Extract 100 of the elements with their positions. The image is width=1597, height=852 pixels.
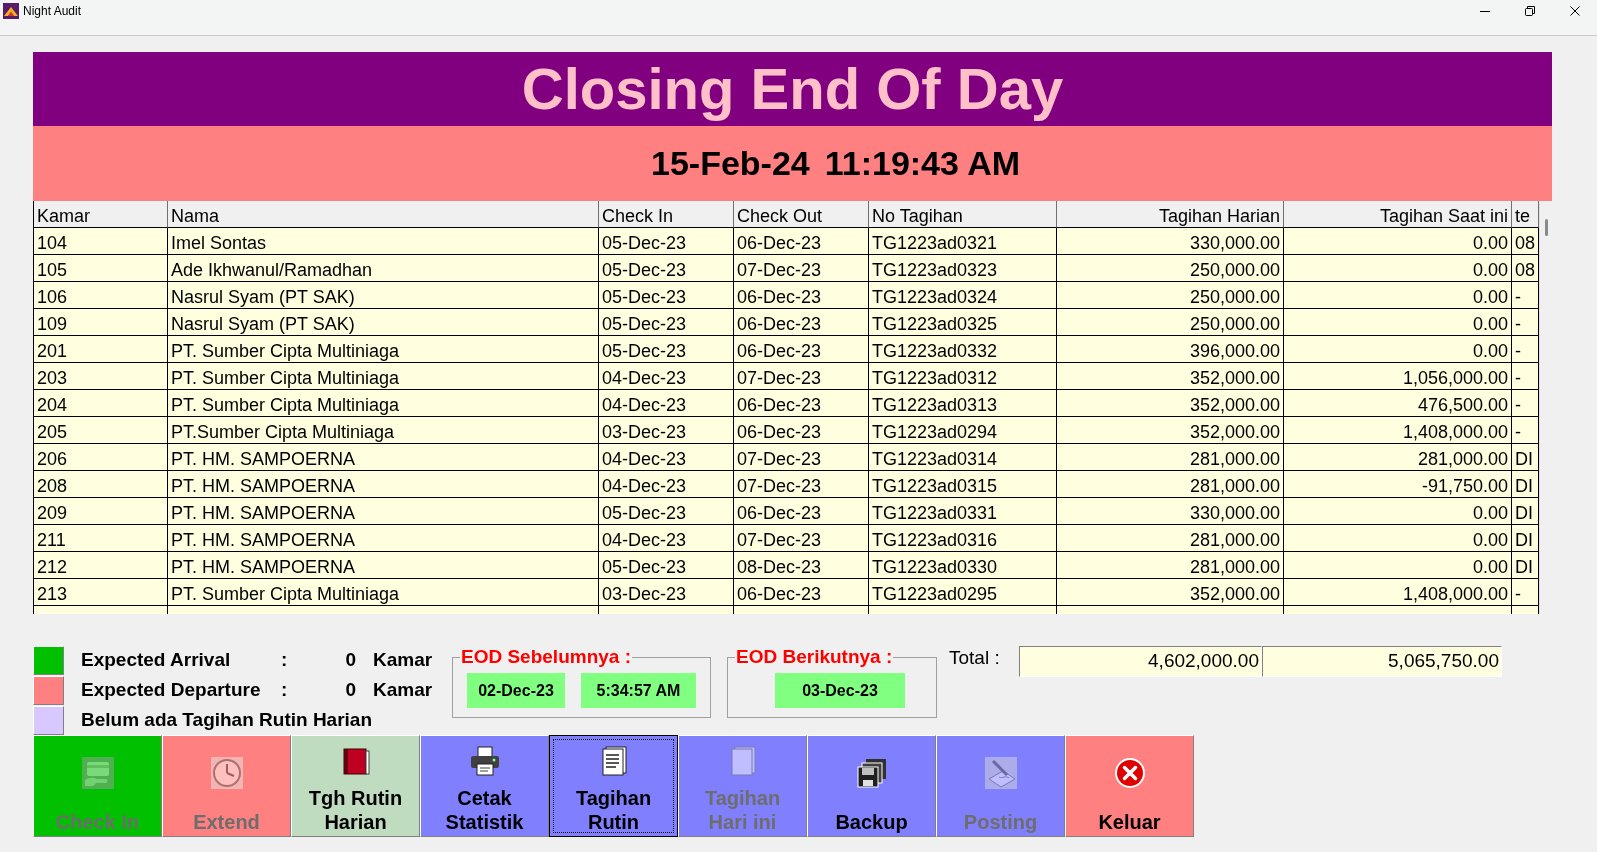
table-cell: PT. Sumber Cipta Multiniaga [168, 579, 599, 606]
table-cell: 0.00 [1284, 525, 1512, 552]
table-cell: 209 [34, 498, 168, 525]
table-cell: PT. Sumber Cipta Multiniaga [168, 363, 599, 390]
close-icon [1569, 6, 1580, 16]
current-time: 11:19:43 AM [824, 143, 1020, 184]
table-cell: 05-Dec-23 [599, 228, 734, 255]
table-cell: PT. HM. SAMPOERNA [168, 498, 599, 525]
table-cell: 352,000.00 [1057, 363, 1284, 390]
table-cell: 05-Dec-23 [599, 309, 734, 336]
table-cell: 03-Dec-23 [599, 579, 734, 606]
total-label: Total : [949, 646, 1001, 670]
table-cell: TG1223ad0295 [869, 579, 1057, 606]
table-cell: 06-Dec-23 [734, 417, 869, 444]
total-field: 5,065,750.00 [1262, 646, 1502, 677]
table-cell: 06-Dec-23 [734, 336, 869, 363]
table-cell: 05-Dec-23 [599, 255, 734, 282]
table-cell: 281,000.00 [1057, 444, 1284, 471]
table-cell: -91,750.00 [1284, 471, 1512, 498]
table-cell: TG1223ad0314 [869, 444, 1057, 471]
table-cell: 0.00 [1284, 282, 1512, 309]
legend-count: 0 [344, 678, 356, 703]
table-cell: PT. Sumber Cipta Multiniaga [168, 390, 599, 417]
table-cell: 1,408,000.00 [1284, 579, 1512, 606]
table-cell: 352,000.00 [1057, 417, 1284, 444]
table-cell: 08-Dec-23 [734, 552, 869, 579]
table-cell: 104 [34, 228, 168, 255]
table-cell: TG1223ad0294 [869, 417, 1057, 444]
table-cell: 05-Dec-23 [599, 282, 734, 309]
column-header: Kamar [34, 201, 168, 228]
table-cell: 04-Dec-23 [599, 525, 734, 552]
table-cell: PT. HM. SAMPOERNA [168, 552, 599, 579]
table-cell: 330,000.00 [1057, 498, 1284, 525]
table-cell: TG1223ad0330 [869, 552, 1057, 579]
table-cell: 105 [34, 255, 168, 282]
table-cell: 109 [34, 309, 168, 336]
time-display: 5:34:57 AM [581, 673, 696, 708]
table-cell: 06-Dec-23 [734, 228, 869, 255]
action-button[interactable]: Cetak Statistik [420, 735, 549, 837]
table-cell: 0.00 [1284, 309, 1512, 336]
action-button[interactable]: Keluar [1065, 735, 1194, 837]
table-cell: 06-Dec-23 [734, 498, 869, 525]
table-cell: 04-Dec-23 [599, 363, 734, 390]
table-cell: 281,000.00 [1057, 552, 1284, 579]
table-cell: TG1223ad0316 [869, 525, 1057, 552]
table-cell: TG1223ad0315 [869, 471, 1057, 498]
table-cell: PT. HM. SAMPOERNA [168, 525, 599, 552]
table-cell: 208 [34, 471, 168, 498]
action-button[interactable]: Tagihan Rutin [549, 735, 678, 837]
table-cell: 212 [34, 552, 168, 579]
legend-unit: Kamar [373, 648, 433, 673]
table-cell: PT.Sumber Cipta Multiniaga [168, 417, 599, 444]
table-cell: 05-Dec-23 [599, 336, 734, 363]
table-cell: 281,000.00 [1284, 444, 1512, 471]
table-cell: 03-Dec-23 [599, 417, 734, 444]
action-button[interactable]: Tgh Rutin Harian [291, 735, 420, 837]
table-cell: 1,408,000.00 [1284, 417, 1512, 444]
table-cell: Nasrul Syam (PT SAK) [168, 309, 599, 336]
table-cell: 250,000.00 [1057, 255, 1284, 282]
table-cell: TG1223ad0332 [869, 336, 1057, 363]
table-cell: 106 [34, 282, 168, 309]
table-cell: 0.00 [1284, 336, 1512, 363]
table-cell: TG1223ad0312 [869, 363, 1057, 390]
date-display: 03-Dec-23 [775, 673, 905, 708]
group-title: EOD Sebelumnya : [460, 646, 632, 668]
table-cell: PT. HM. SAMPOERNA [168, 471, 599, 498]
printer-icon [468, 745, 501, 777]
table-cell: Nasrul Syam (PT SAK) [168, 282, 599, 309]
column-header: Nama [168, 201, 599, 228]
table-cell: 07-Dec-23 [734, 255, 869, 282]
restore-icon [1524, 6, 1535, 16]
table-cell: 250,000.00 [1057, 282, 1284, 309]
table-cell: 211 [34, 525, 168, 552]
total-field: 4,602,000.00 [1019, 646, 1262, 677]
table-cell: TG1223ad0313 [869, 390, 1057, 417]
legend-label: Expected Departure [81, 678, 262, 703]
table-cell: 204 [34, 390, 168, 417]
floppy-disks-icon [855, 757, 888, 789]
table-cell: 05-Dec-23 [599, 498, 734, 525]
table-cell: 04-Dec-23 [599, 390, 734, 417]
table-cell: 07-Dec-23 [734, 471, 869, 498]
table-cell: 04-Dec-23 [599, 471, 734, 498]
table-cell: 396,000.00 [1057, 336, 1284, 363]
table-cell: 352,000.00 [1057, 390, 1284, 417]
scrollbar-thumb[interactable] [1544, 219, 1548, 236]
table-cell: 06-Dec-23 [734, 309, 869, 336]
table-cell: 250,000.00 [1057, 309, 1284, 336]
table-cell: TG1223ad0325 [869, 309, 1057, 336]
table-cell: 476,500.00 [1284, 390, 1512, 417]
pen-paper-icon [984, 757, 1017, 789]
table-cell: 0.00 [1284, 228, 1512, 255]
column-header: Check In [599, 201, 734, 228]
close-icon [1113, 757, 1146, 789]
table-cell: 07-Dec-23 [734, 363, 869, 390]
window-title: Night Audit [23, 3, 82, 20]
action-button[interactable]: Backup [807, 735, 936, 837]
card-icon [81, 757, 114, 789]
table-cell: 203 [34, 363, 168, 390]
table-cell: TG1223ad0321 [869, 228, 1057, 255]
table-cell: 281,000.00 [1057, 525, 1284, 552]
